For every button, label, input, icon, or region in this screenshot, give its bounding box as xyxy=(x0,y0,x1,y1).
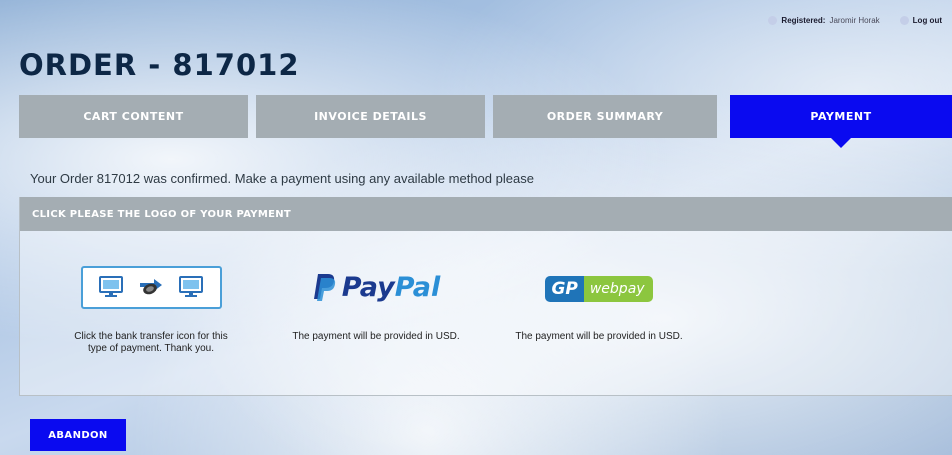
gp-webpay-logo[interactable]: GP webpay xyxy=(545,275,653,302)
tab-invoice-details[interactable]: INVOICE DETAILS xyxy=(256,95,485,138)
tab-order-summary[interactable]: ORDER SUMMARY xyxy=(493,95,717,138)
gp-webpay-description: The payment will be provided in USD. xyxy=(515,331,683,342)
gp-logo-text: GP xyxy=(545,275,584,302)
logout-label[interactable]: Log out xyxy=(913,16,942,25)
transfer-arrows-icon xyxy=(140,279,162,295)
payment-panel-header: CLICK PLEASE THE LOGO OF YOUR PAYMENT xyxy=(20,197,952,231)
logout-icon xyxy=(899,16,909,25)
payment-method-paypal: PayPal The payment will be provided in U… xyxy=(281,265,471,343)
bank-transfer-icon[interactable] xyxy=(80,265,222,309)
payment-method-bank-transfer: Click the bank transfer icon for this ty… xyxy=(56,265,246,355)
tab-payment[interactable]: PAYMENT xyxy=(730,95,952,148)
user-icon xyxy=(768,16,778,25)
abandon-button[interactable]: ABANDON xyxy=(30,419,126,451)
webpay-logo-text: webpay xyxy=(583,275,653,302)
bank-transfer-button[interactable] xyxy=(56,265,246,309)
payment-method-gp-webpay: GP webpay The payment will be provided i… xyxy=(504,265,694,343)
logout-link[interactable]: Log out xyxy=(899,16,942,25)
bank-transfer-description: Click the bank transfer icon for this ty… xyxy=(74,331,228,354)
gp-webpay-button[interactable]: GP webpay xyxy=(504,265,694,309)
page-title: ORDER - 817012 xyxy=(19,48,300,82)
monitor-right-icon xyxy=(179,276,203,297)
confirmation-message: Your Order 817012 was confirmed. Make a … xyxy=(30,171,534,186)
paypal-button[interactable]: PayPal xyxy=(281,265,471,309)
monitor-left-icon xyxy=(99,276,123,297)
paypal-logo-pal: Pal xyxy=(394,271,441,303)
paypal-description: The payment will be provided in USD. xyxy=(292,331,460,342)
registered-label: Registered: xyxy=(781,16,826,25)
registered-name: Jaromir Horak xyxy=(829,16,880,25)
checkout-steps: CART CONTENT INVOICE DETAILS ORDER SUMMA… xyxy=(19,95,952,148)
paypal-logo[interactable]: PayPal xyxy=(342,272,441,303)
paypal-logo-pay: Pay xyxy=(341,271,395,303)
paypal-p-icon xyxy=(313,274,335,301)
tab-cart-content[interactable]: CART CONTENT xyxy=(19,95,248,138)
registered-user: Registered: Jaromir Horak xyxy=(768,16,880,25)
top-user-bar: Registered: Jaromir Horak Log out xyxy=(768,16,942,25)
